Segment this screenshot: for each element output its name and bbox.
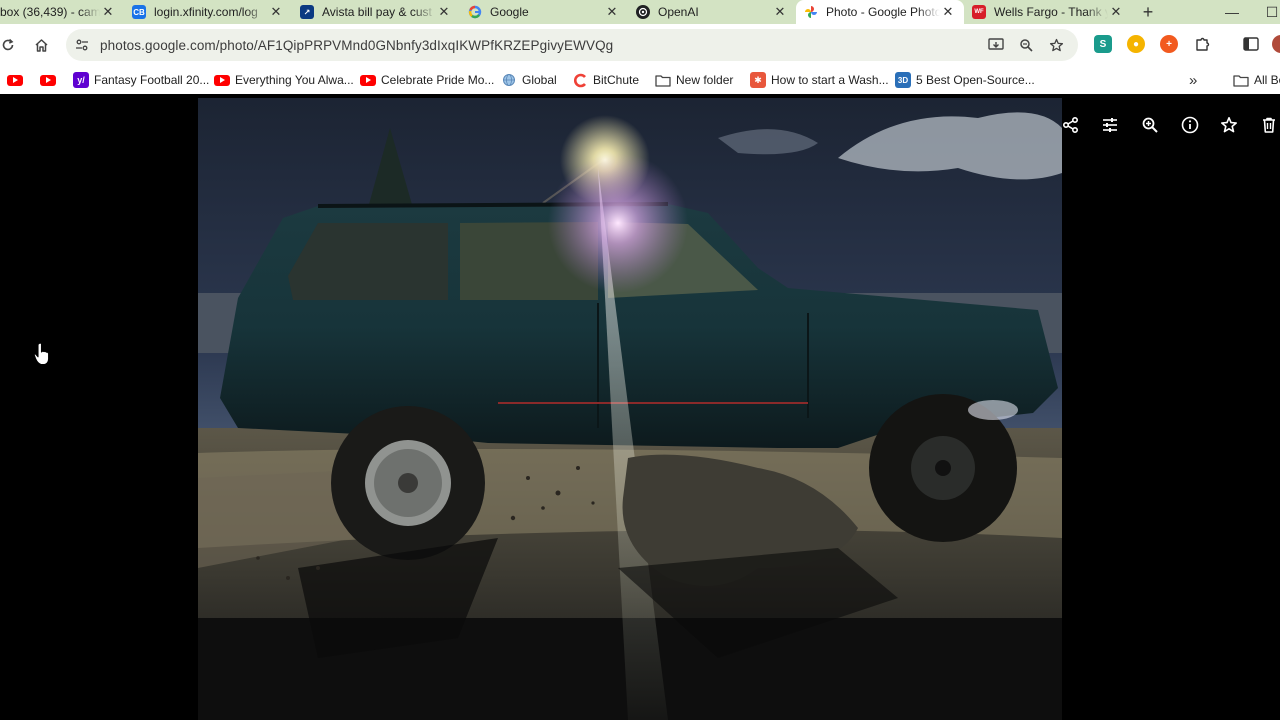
tab-title: box (36,439) - cam: [0, 5, 100, 19]
yahoo-icon: y/: [73, 72, 89, 88]
photo-viewer: [0, 98, 1280, 720]
bookmark-label: New folder: [676, 73, 734, 87]
google-icon: [468, 5, 482, 19]
tab-gmail[interactable]: box (36,439) - cam ✕: [0, 0, 124, 24]
globe-icon: [501, 72, 517, 88]
bookmark-label: Global: [522, 73, 557, 87]
google-photos-icon: [804, 5, 818, 19]
tab-title: Google: [490, 5, 529, 19]
side-panel-icon[interactable]: [1242, 35, 1260, 53]
bookmark-everything-you[interactable]: Everything You Alwa...: [214, 72, 354, 88]
close-icon[interactable]: ✕: [940, 4, 956, 20]
bookmark-label: All Bo: [1254, 73, 1280, 87]
extensions-puzzle-icon[interactable]: [1194, 35, 1212, 53]
close-icon[interactable]: ✕: [436, 4, 452, 20]
all-bookmarks[interactable]: All Bo: [1233, 72, 1280, 88]
youtube-icon: [214, 72, 230, 88]
info-icon[interactable]: [1179, 114, 1201, 136]
bookmark-star-icon[interactable]: [1046, 35, 1066, 55]
extension-icon[interactable]: S: [1094, 35, 1112, 53]
bookmark-open-source[interactable]: 3D 5 Best Open-Source...: [895, 72, 1035, 88]
bookmark-new-folder[interactable]: New folder: [655, 72, 733, 88]
photo-image[interactable]: [198, 98, 1062, 720]
wikihow-icon: ✱: [750, 72, 766, 88]
site-info-icon[interactable]: [72, 35, 92, 55]
youtube-icon: [40, 72, 56, 88]
tab-title: OpenAI: [658, 5, 699, 19]
avista-icon: ↗: [300, 5, 314, 19]
tab-title: login.xfinity.com/log: [154, 5, 258, 19]
tab-wells-fargo[interactable]: WF Wells Fargo - Thank you ✕: [964, 0, 1132, 24]
bookmark-label: Celebrate Pride Mo...: [381, 73, 495, 87]
tab-openai[interactable]: OpenAI ✕: [628, 0, 796, 24]
zoom-icon[interactable]: [1016, 35, 1036, 55]
close-icon[interactable]: ✕: [772, 4, 788, 20]
install-app-icon[interactable]: [986, 35, 1006, 55]
share-icon[interactable]: [1060, 114, 1082, 136]
delete-icon[interactable]: [1258, 114, 1280, 136]
home-icon[interactable]: [25, 29, 57, 61]
bookmarks-overflow-button[interactable]: »: [1189, 72, 1197, 89]
bookmark-bitchute[interactable]: BitChute: [572, 72, 639, 88]
bookmark-label: Fantasy Football 20...: [94, 73, 210, 87]
bookmark-how-to-start[interactable]: ✱ How to start a Wash...: [750, 72, 889, 88]
tab-strip: box (36,439) - cam ✕ CB login.xfinity.co…: [0, 0, 1280, 24]
folder-icon: [655, 72, 671, 88]
bookmark-label: BitChute: [593, 73, 640, 87]
address-bar[interactable]: photos.google.com/photo/AF1QipPRPVMnd0GN…: [66, 29, 1078, 61]
url-text: photos.google.com/photo/AF1QipPRPVMnd0GN…: [100, 37, 614, 53]
youtube-icon: [360, 72, 376, 88]
tab-google[interactable]: Google ✕: [460, 0, 628, 24]
bookmarks-bar: y/ Fantasy Football 20... Everything You…: [0, 66, 1280, 94]
close-icon[interactable]: ✕: [1108, 4, 1124, 20]
close-icon[interactable]: ✕: [268, 4, 284, 20]
3d-icon: 3D: [895, 72, 911, 88]
reload-icon[interactable]: [0, 29, 24, 61]
bookmark-label: 5 Best Open-Source...: [916, 73, 1035, 87]
folder-icon: [1233, 72, 1249, 88]
bookmark-global[interactable]: Global: [501, 72, 557, 88]
wells-fargo-icon: WF: [972, 5, 986, 19]
bookmark-celebrate-pride[interactable]: Celebrate Pride Mo...: [360, 72, 494, 88]
openai-icon: [636, 5, 650, 19]
bookmark-youtube-1[interactable]: [7, 72, 28, 88]
bookmark-label: How to start a Wash...: [771, 73, 889, 87]
favorite-icon[interactable]: [1218, 114, 1240, 136]
browser-toolbar: photos.google.com/photo/AF1QipPRPVMnd0GN…: [0, 24, 1280, 66]
close-icon[interactable]: ✕: [604, 4, 620, 20]
close-icon[interactable]: ✕: [100, 4, 116, 20]
edit-icon[interactable]: [1099, 114, 1121, 136]
zoom-icon[interactable]: [1139, 114, 1161, 136]
tab-google-photos[interactable]: Photo - Google Photos ✕: [796, 0, 964, 24]
tab-title: Avista bill pay & cust: [322, 5, 432, 19]
minimize-icon[interactable]: ―: [1212, 0, 1252, 24]
hand-cursor-icon: [33, 342, 51, 366]
extension-location-icon[interactable]: ●: [1127, 35, 1145, 53]
bookmark-fantasy-football[interactable]: y/ Fantasy Football 20...: [73, 72, 209, 88]
new-tab-button[interactable]: +: [1136, 2, 1160, 23]
tab-title: Photo - Google Photos: [826, 5, 940, 19]
bitchute-icon: [572, 72, 588, 88]
cb-icon: CB: [132, 5, 146, 19]
youtube-icon: [7, 72, 23, 88]
bookmark-label: Everything You Alwa...: [235, 73, 354, 87]
bookmark-youtube-2[interactable]: [40, 72, 61, 88]
tab-title: Wells Fargo - Thank you: [994, 5, 1108, 19]
maximize-icon[interactable]: ☐: [1252, 0, 1280, 24]
tab-xfinity[interactable]: CB login.xfinity.com/log ✕: [124, 0, 292, 24]
profile-avatar[interactable]: [1272, 35, 1280, 53]
tab-avista[interactable]: ↗ Avista bill pay & cust ✕: [292, 0, 460, 24]
extension-plus-icon[interactable]: +: [1160, 35, 1178, 53]
